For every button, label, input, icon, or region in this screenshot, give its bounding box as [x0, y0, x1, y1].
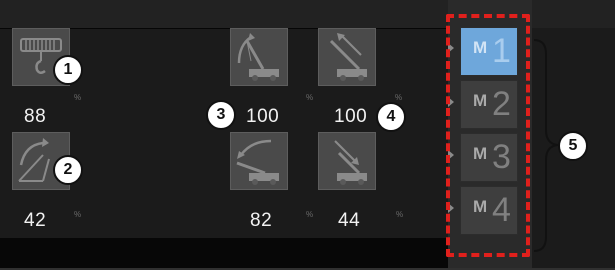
boom-raise-icon — [237, 33, 279, 81]
boom-raise-unit: % — [306, 93, 314, 102]
callout-4: 4 — [376, 102, 406, 132]
boom-raise-value: 100 — [246, 106, 280, 127]
telescope-extend-value: 100 — [334, 106, 368, 127]
winch-hook-value: 88 — [24, 106, 47, 127]
winch-hook-unit: % — [74, 93, 82, 102]
jib-raise-unit: % — [74, 210, 82, 219]
telescope-retract-unit: % — [396, 210, 404, 219]
telescope-extend-button[interactable] — [318, 28, 376, 86]
boom-lower-icon — [236, 139, 279, 185]
baseline — [0, 268, 615, 270]
callout-3: 3 — [206, 100, 236, 130]
bottom-bar — [0, 238, 458, 268]
memory-highlight-box — [446, 14, 530, 257]
callout-5: 5 — [558, 131, 588, 161]
telescope-retract-value: 44 — [338, 210, 361, 231]
boom-raise-button[interactable] — [230, 28, 288, 86]
boom-lower-button[interactable] — [230, 132, 288, 190]
telescope-extend-unit: % — [395, 93, 403, 102]
callout-2: 2 — [53, 155, 83, 185]
telescope-retract-button[interactable] — [318, 132, 376, 190]
callout-1: 1 — [53, 55, 83, 85]
boom-lower-unit: % — [306, 210, 314, 219]
telescope-retract-icon — [334, 140, 367, 185]
jib-raise-value: 42 — [24, 210, 47, 231]
telescope-extend-icon — [329, 33, 367, 81]
boom-lower-value: 82 — [250, 210, 273, 231]
